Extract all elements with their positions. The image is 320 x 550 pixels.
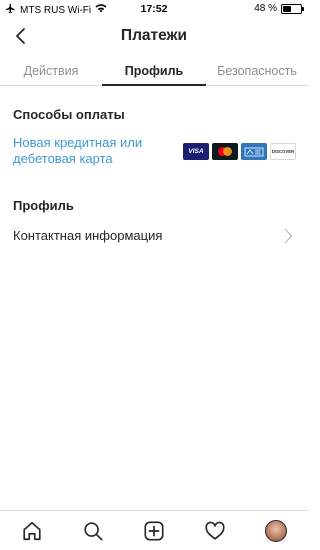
search-icon[interactable] — [80, 519, 106, 543]
payment-methods-title: Способы оплаты — [13, 107, 125, 122]
page-title: Платежи — [120, 27, 188, 44]
avatar — [265, 520, 287, 542]
tab-actions[interactable]: Действия — [0, 56, 102, 86]
card-logos: VISA DISCOVER — [183, 143, 296, 160]
visa-icon: VISA — [183, 143, 209, 160]
profile-section-title: Профиль — [13, 198, 74, 213]
bottom-tab-bar — [0, 510, 308, 550]
heart-icon[interactable] — [202, 519, 228, 543]
contact-info-label: Контактная информация — [13, 228, 163, 243]
chevron-right-icon — [284, 228, 293, 244]
home-icon[interactable] — [19, 519, 45, 543]
battery-level — [283, 5, 292, 12]
tab-profile[interactable]: Профиль — [102, 56, 206, 86]
amex-icon — [241, 143, 267, 160]
mastercard-icon — [212, 143, 238, 160]
profile-tab[interactable] — [263, 519, 289, 543]
add-card-link[interactable]: Новая кредитная или дебетовая карта — [13, 135, 183, 167]
battery-percent: 48 % — [254, 3, 277, 14]
tab-bar: Действия Профиль Безопасность — [0, 56, 308, 86]
discover-icon: DISCOVER — [270, 143, 296, 160]
battery-icon — [281, 3, 304, 14]
status-bar: MTS RUS Wi-Fi 17:52 48 % — [0, 0, 308, 18]
new-post-icon[interactable] — [141, 519, 167, 543]
status-bar-right: 48 % — [254, 3, 304, 14]
nav-bar: Платежи — [0, 18, 308, 54]
active-tab-indicator — [102, 84, 206, 86]
tab-security[interactable]: Безопасность — [206, 56, 308, 86]
contact-info-row[interactable]: Контактная информация — [0, 225, 308, 247]
